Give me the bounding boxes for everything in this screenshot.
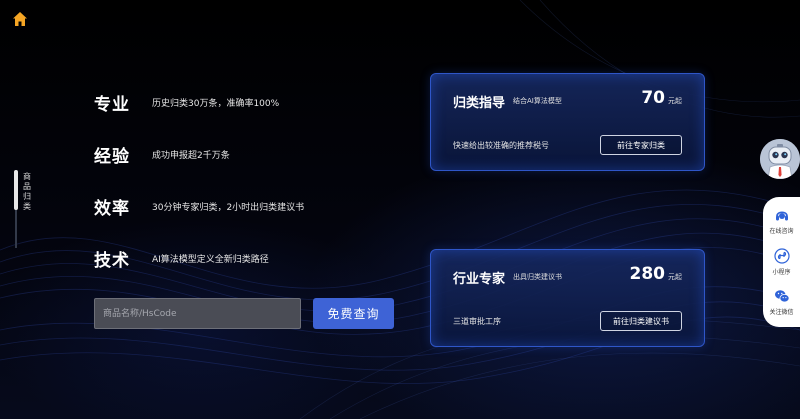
feature-title: 效率 — [94, 198, 130, 219]
go-expert-classification-button[interactable]: 前往专家归类 — [600, 135, 682, 155]
side-contact-panel: 在线咨询 小程序 关注微信 — [763, 197, 800, 327]
feature-title: 技术 — [94, 250, 130, 271]
card-subtitle: 出具归类建议书 — [513, 273, 562, 281]
vertical-nav-active-indicator — [14, 170, 18, 210]
feature-desc: 历史归类30万条，准确率100% — [152, 98, 280, 109]
feature-row: 技术 AI算法模型定义全新归类路径 — [94, 245, 269, 271]
vertical-nav: 商品归类 — [14, 170, 36, 250]
mini-program-icon — [773, 248, 790, 264]
side-item-follow-wechat[interactable]: 关注微信 — [763, 288, 800, 324]
card-price: 70 元起 — [641, 88, 682, 108]
search-input[interactable] — [94, 298, 301, 329]
feature-row: 效率 30分钟专家归类，2小时出归类建议书 — [94, 193, 304, 219]
card-price-value: 280 — [629, 264, 666, 284]
card-title: 归类指导 — [453, 96, 506, 111]
nav-item-product-classification[interactable]: 商品归类 — [23, 172, 32, 212]
card-desc: 三道审批工序 — [453, 317, 501, 326]
card-price-value: 70 — [641, 88, 665, 108]
card-title: 行业专家 — [453, 272, 506, 287]
feature-title: 经验 — [94, 146, 130, 167]
home-icon[interactable] — [12, 11, 28, 27]
feature-row: 专业 历史归类30万条，准确率100% — [94, 89, 279, 115]
side-item-label: 小程序 — [772, 269, 791, 276]
feature-title: 专业 — [94, 94, 130, 115]
robot-icon — [760, 139, 800, 179]
card-price-unit: 元起 — [668, 97, 682, 105]
card-desc: 快速给出较准确的推荐税号 — [453, 141, 549, 150]
free-query-button[interactable]: 免费查询 — [313, 298, 394, 329]
side-item-online-consult[interactable]: 在线咨询 — [763, 207, 800, 243]
side-item-mini-program[interactable]: 小程序 — [763, 248, 800, 284]
feature-row: 经验 成功申报超2千万条 — [94, 141, 230, 167]
feature-desc: 30分钟专家归类，2小时出归类建议书 — [152, 202, 305, 213]
feature-desc: AI算法模型定义全新归类路径 — [152, 254, 269, 265]
service-card-industry-expert: 行业专家 出具归类建议书 280 元起 三道审批工序 前往归类建议书 — [430, 249, 705, 347]
robot-avatar[interactable] — [760, 139, 800, 179]
go-classification-report-button[interactable]: 前往归类建议书 — [600, 311, 682, 331]
side-item-label: 在线咨询 — [769, 228, 794, 235]
card-subtitle: 结合AI算法模型 — [513, 97, 562, 105]
wechat-icon — [774, 290, 789, 303]
side-item-label: 关注微信 — [769, 309, 794, 316]
headset-icon — [775, 211, 788, 221]
card-price-unit: 元起 — [668, 273, 682, 281]
card-price: 280 元起 — [630, 264, 683, 284]
feature-desc: 成功申报超2千万条 — [152, 150, 230, 161]
service-card-classification-guide: 归类指导 结合AI算法模型 70 元起 快速给出较准确的推荐税号 前往专家归类 — [430, 73, 705, 171]
